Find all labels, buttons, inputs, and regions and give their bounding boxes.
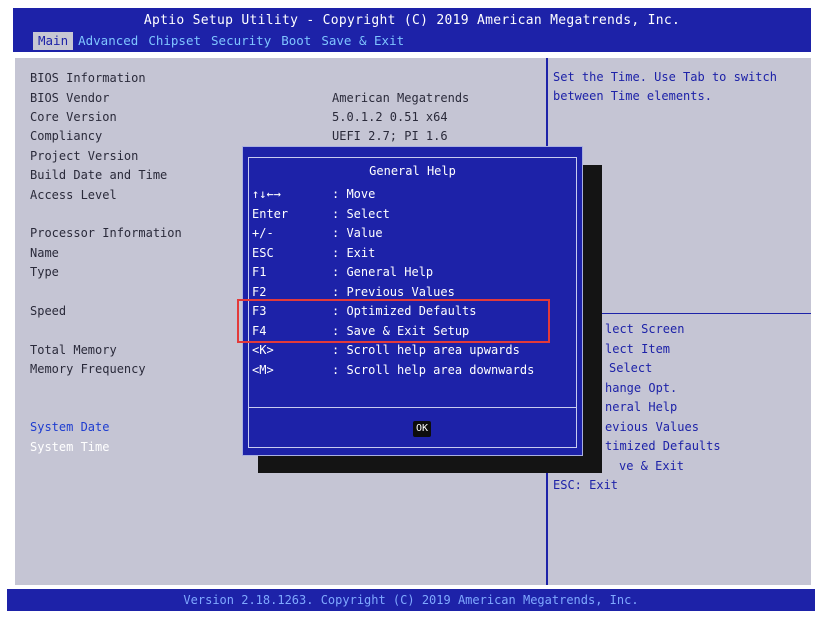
core-version-value: 5.0.1.2 0.51 x64: [332, 110, 448, 124]
help-row: F2 : Previous Values: [252, 285, 455, 299]
processor-speed-row: Speed: [30, 304, 67, 318]
bios-information-heading: BIOS Information: [30, 71, 146, 85]
tab-main[interactable]: Main: [33, 32, 74, 50]
help-key: <M>: [252, 363, 274, 377]
help-key: Enter: [252, 207, 289, 221]
help-desc: : Scroll help area downwards: [332, 363, 535, 377]
system-time-item[interactable]: System Time: [30, 440, 109, 454]
total-memory-row: Total Memory: [30, 343, 117, 357]
core-version-row: Core Version 5.0.1.2 0.51 x64: [30, 110, 448, 124]
dialog-separator: [248, 407, 577, 408]
project-version-row: Project Version: [30, 149, 139, 163]
help-key: <K>: [252, 343, 274, 357]
compliancy-row: Compliancy UEFI 2.7; PI 1.6: [30, 129, 448, 143]
app-title: Aptio Setup Utility - Copyright (C) 2019…: [143, 13, 681, 28]
tab-chipset[interactable]: Chipset: [143, 32, 206, 50]
help-row: Enter : Select: [252, 207, 390, 221]
help-desc: : General Help: [332, 265, 434, 279]
processor-name-row: Name: [30, 246, 59, 260]
ok-button[interactable]: OK: [413, 421, 431, 437]
system-date-item[interactable]: System Date: [30, 420, 109, 434]
tab-advanced[interactable]: Advanced: [73, 32, 143, 50]
highlight-box: [237, 299, 550, 343]
help-key: F1: [252, 265, 267, 279]
processor-information-heading: Processor Information: [30, 226, 182, 240]
footer-bar: Version 2.18.1263. Copyright (C) 2019 Am…: [7, 589, 815, 611]
build-date-row: Build Date and Time: [30, 168, 168, 182]
memory-frequency-row: Memory Frequency: [30, 362, 146, 376]
dialog-title: General Help: [363, 164, 462, 178]
title-bar: Aptio Setup Utility - Copyright (C) 2019…: [13, 8, 811, 52]
help-desc: : Value: [332, 226, 383, 240]
help-row: F1 : General Help: [252, 265, 433, 279]
help-desc: : Exit: [332, 246, 376, 260]
processor-type-row: Type: [30, 265, 59, 279]
help-desc: : Select: [332, 207, 390, 221]
tab-boot[interactable]: Boot: [276, 32, 316, 50]
tab-security[interactable]: Security: [206, 32, 276, 50]
tab-save-exit[interactable]: Save & Exit: [316, 32, 409, 50]
help-row: ↑↓←→ : Move: [252, 187, 375, 201]
help-row: <K> : Scroll help area upwards: [252, 343, 520, 357]
access-level-row: Access Level: [30, 188, 117, 202]
bios-vendor-row: BIOS Vendor American Megatrends: [30, 91, 470, 105]
help-key: F2: [252, 285, 267, 299]
help-desc: : Move: [332, 187, 376, 201]
help-desc: : Previous Values: [332, 285, 455, 299]
help-row: <M> : Scroll help area downwards: [252, 363, 534, 377]
help-row: ESC : Exit: [252, 246, 375, 260]
help-desc: : Scroll help area upwards: [332, 343, 520, 357]
version-text: Version 2.18.1263. Copyright (C) 2019 Am…: [183, 593, 639, 607]
help-key: ESC: [252, 246, 274, 260]
bios-vendor-value: American Megatrends: [332, 91, 470, 105]
tab-bar: Main Advanced Chipset Security Boot Save…: [33, 32, 409, 50]
item-help-text: Set the Time. Use Tab to switch between …: [553, 70, 777, 103]
compliancy-value: UEFI 2.7; PI 1.6: [332, 129, 448, 143]
help-key: +/-: [252, 226, 274, 240]
help-key: ↑↓←→: [252, 187, 281, 201]
help-row: +/- : Value: [252, 226, 383, 240]
